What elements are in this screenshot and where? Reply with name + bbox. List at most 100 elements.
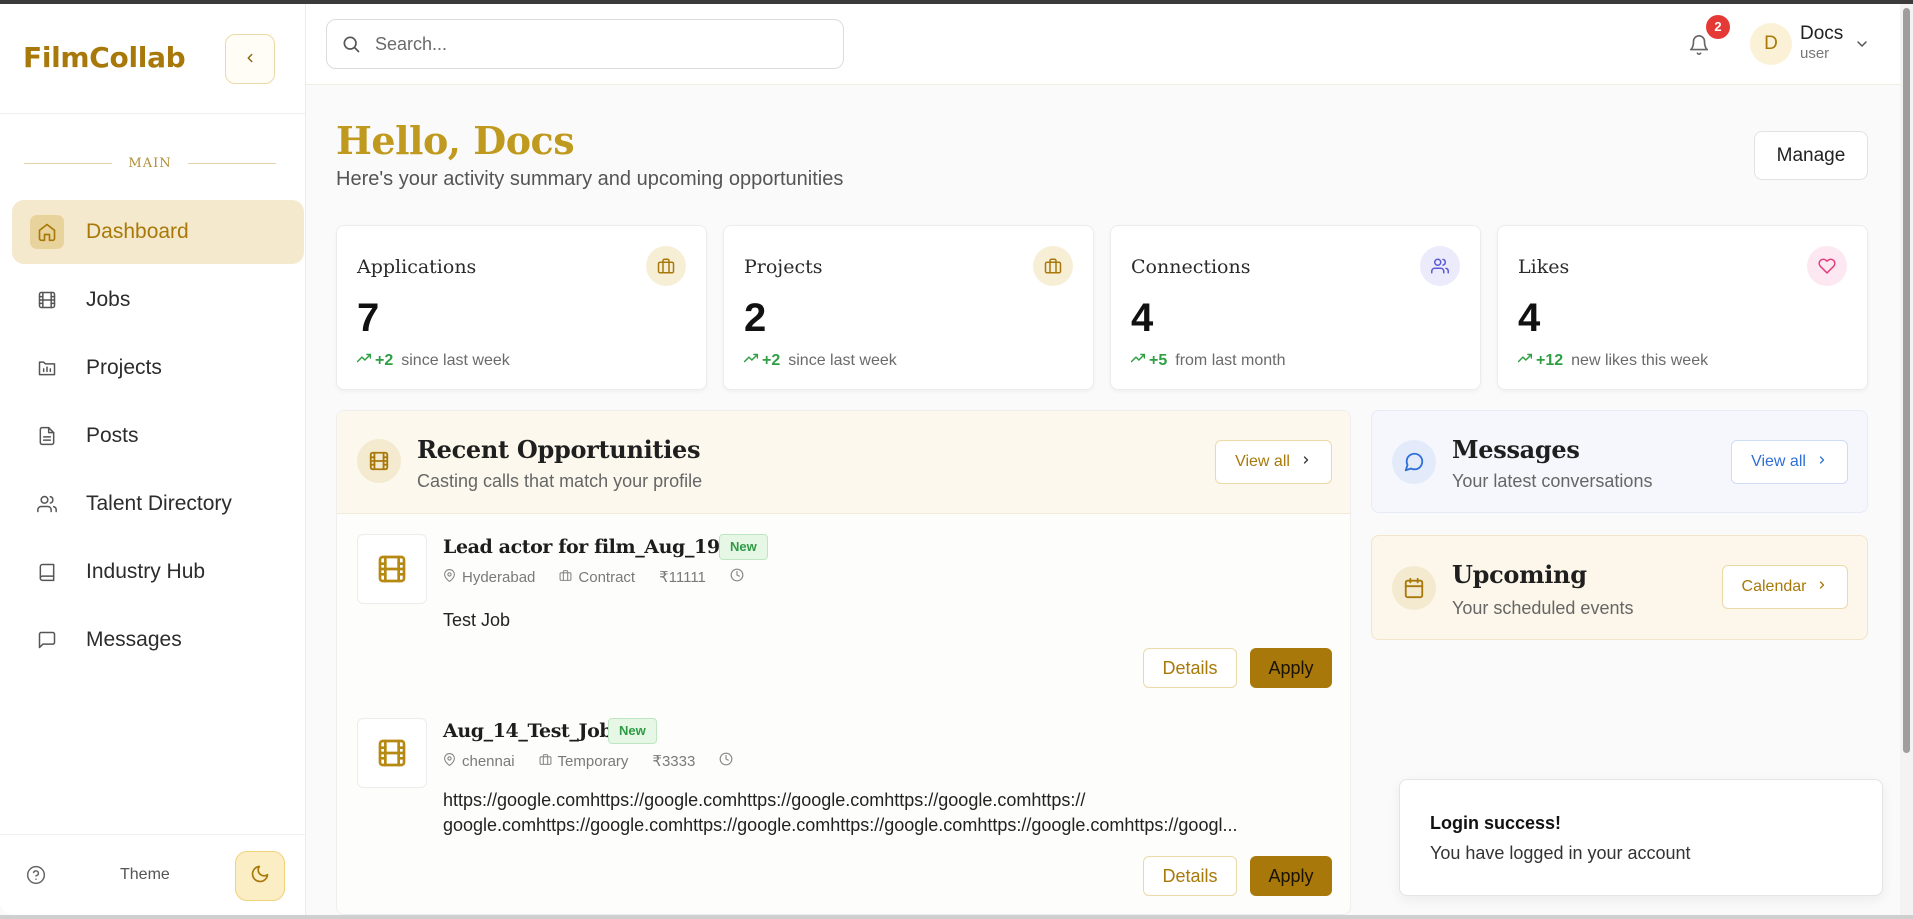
stat-card-applications: Applications 7 +2 since last week xyxy=(336,225,707,390)
sidebar-item-posts[interactable]: Posts xyxy=(12,404,304,468)
details-button[interactable]: Details xyxy=(1143,648,1237,688)
apply-button[interactable]: Apply xyxy=(1250,856,1332,896)
search-input[interactable] xyxy=(375,33,815,55)
sidebar-item-talent-directory[interactable]: Talent Directory xyxy=(12,472,304,536)
theme-toggle-button[interactable] xyxy=(235,851,285,901)
card-title: Recent Opportunities xyxy=(417,435,701,464)
card-subtitle: Casting calls that match your profile xyxy=(417,471,703,491)
stat-label: Connections xyxy=(1131,256,1251,278)
film-icon xyxy=(357,534,427,604)
scrollbar[interactable] xyxy=(1900,4,1913,915)
stat-card-connections: Connections 4 +5 from last month xyxy=(1110,225,1481,390)
sidebar-item-label: Dashboard xyxy=(86,220,189,243)
job-type: Temporary xyxy=(557,752,629,770)
search-icon xyxy=(341,34,361,54)
sidebar-item-messages[interactable]: Messages xyxy=(12,608,304,672)
trending-up-icon xyxy=(743,351,759,370)
sidebar-footer: Theme xyxy=(0,834,306,915)
moon-icon xyxy=(250,864,270,889)
stat-label: Likes xyxy=(1518,256,1570,278)
job-title[interactable]: Lead actor for film_Aug_19 xyxy=(443,536,720,558)
toast-notification[interactable]: Login success! You have logged in your a… xyxy=(1399,779,1883,896)
help-icon[interactable] xyxy=(26,865,46,890)
details-button[interactable]: Details xyxy=(1143,856,1237,896)
search-box[interactable] xyxy=(326,19,844,69)
stat-value: 4 xyxy=(1131,296,1154,340)
briefcase-icon xyxy=(646,246,686,286)
sidebar-item-projects[interactable]: Projects xyxy=(12,336,304,400)
section-divider: MAIN xyxy=(24,155,276,171)
calendar-button[interactable]: Calendar xyxy=(1722,565,1848,609)
document-icon xyxy=(34,423,60,449)
user-role: user xyxy=(1800,45,1830,62)
job-type: Contract xyxy=(578,568,636,586)
sidebar-item-jobs[interactable]: Jobs xyxy=(12,268,304,332)
stat-delta: +2 xyxy=(375,351,394,369)
chevron-down-icon[interactable] xyxy=(1854,36,1870,57)
bell-icon[interactable] xyxy=(1688,34,1710,61)
job-location: chennai xyxy=(462,752,515,770)
stat-card-projects: Projects 2 +2 since last week xyxy=(723,225,1094,390)
film-icon xyxy=(357,439,401,483)
briefcase-icon xyxy=(539,753,552,770)
stat-delta: +5 xyxy=(1149,351,1168,369)
stat-note: since last week xyxy=(788,351,897,369)
toast-body: You have logged in your account xyxy=(1430,843,1691,863)
sidebar-item-label: Messages xyxy=(86,628,182,651)
job-pay: ₹11111 xyxy=(659,569,706,586)
trending-up-icon xyxy=(356,351,372,370)
messages-card: Messages Your latest conversations View … xyxy=(1371,410,1868,513)
sidebar-item-industry-hub[interactable]: Industry Hub xyxy=(12,540,304,604)
job-location: Hyderabad xyxy=(462,568,536,586)
film-icon xyxy=(34,287,60,313)
collapse-sidebar-button[interactable] xyxy=(225,34,275,84)
sidebar-item-label: Industry Hub xyxy=(86,560,206,583)
stat-card-likes: Likes 4 +12 new likes this week xyxy=(1497,225,1868,390)
stat-label: Applications xyxy=(357,256,477,278)
brand-logo[interactable]: FilmCollab xyxy=(23,41,186,74)
upcoming-card: Upcoming Your scheduled events Calendar xyxy=(1371,535,1868,640)
clock-icon xyxy=(719,752,733,770)
message-icon xyxy=(34,627,60,653)
view-all-messages-button[interactable]: View all xyxy=(1731,440,1848,484)
job-description-line2: google.comhttps://google.comhttps://goog… xyxy=(443,815,1238,835)
toast-title: Login success! xyxy=(1430,813,1562,833)
card-title: Upcoming xyxy=(1452,560,1587,589)
users-icon xyxy=(1420,246,1460,286)
stat-value: 7 xyxy=(357,296,380,340)
stat-delta: +2 xyxy=(762,351,781,369)
chevron-right-icon xyxy=(1816,578,1828,596)
trending-up-icon xyxy=(1130,351,1146,370)
new-badge: New xyxy=(608,718,657,744)
page-title: Hello, Docs xyxy=(336,118,575,163)
book-icon xyxy=(34,559,60,585)
manage-button[interactable]: Manage xyxy=(1754,131,1868,180)
user-name[interactable]: Docs xyxy=(1800,23,1843,45)
card-header: Recent Opportunities Casting calls that … xyxy=(337,411,1350,514)
map-pin-icon xyxy=(443,752,456,770)
job-title[interactable]: Aug_14_Test_Job xyxy=(443,720,613,742)
view-all-label: View all xyxy=(1751,453,1806,470)
job-meta: Hyderabad Contract ₹11111 xyxy=(443,568,744,586)
list-item: Aug_14_Test_Job New chennai Temporary ₹3… xyxy=(357,718,1332,898)
sidebar: FilmCollab MAIN Dashboard Jobs Projects … xyxy=(0,4,306,915)
job-meta: chennai Temporary ₹3333 xyxy=(443,752,733,770)
scrollbar-thumb[interactable] xyxy=(1903,8,1910,753)
card-title: Messages xyxy=(1452,435,1580,464)
list-item: Lead actor for film_Aug_19 New Hyderabad… xyxy=(357,534,1332,704)
avatar[interactable]: D xyxy=(1750,23,1792,65)
topbar: 2 D Docs user xyxy=(306,4,1900,85)
sidebar-item-dashboard[interactable]: Dashboard xyxy=(12,200,304,264)
notification-badge: 2 xyxy=(1706,15,1730,39)
chevron-left-icon xyxy=(243,45,257,70)
view-all-opportunities-button[interactable]: View all xyxy=(1215,440,1332,484)
sidebar-item-label: Posts xyxy=(86,424,139,447)
apply-button[interactable]: Apply xyxy=(1250,648,1332,688)
stat-value: 4 xyxy=(1518,296,1541,340)
home-icon xyxy=(30,215,64,249)
view-all-label: View all xyxy=(1235,453,1290,470)
theme-label: Theme xyxy=(120,866,170,883)
map-pin-icon xyxy=(443,568,456,586)
job-description: Test Job xyxy=(443,610,511,630)
card-subtitle: Your latest conversations xyxy=(1452,471,1653,491)
